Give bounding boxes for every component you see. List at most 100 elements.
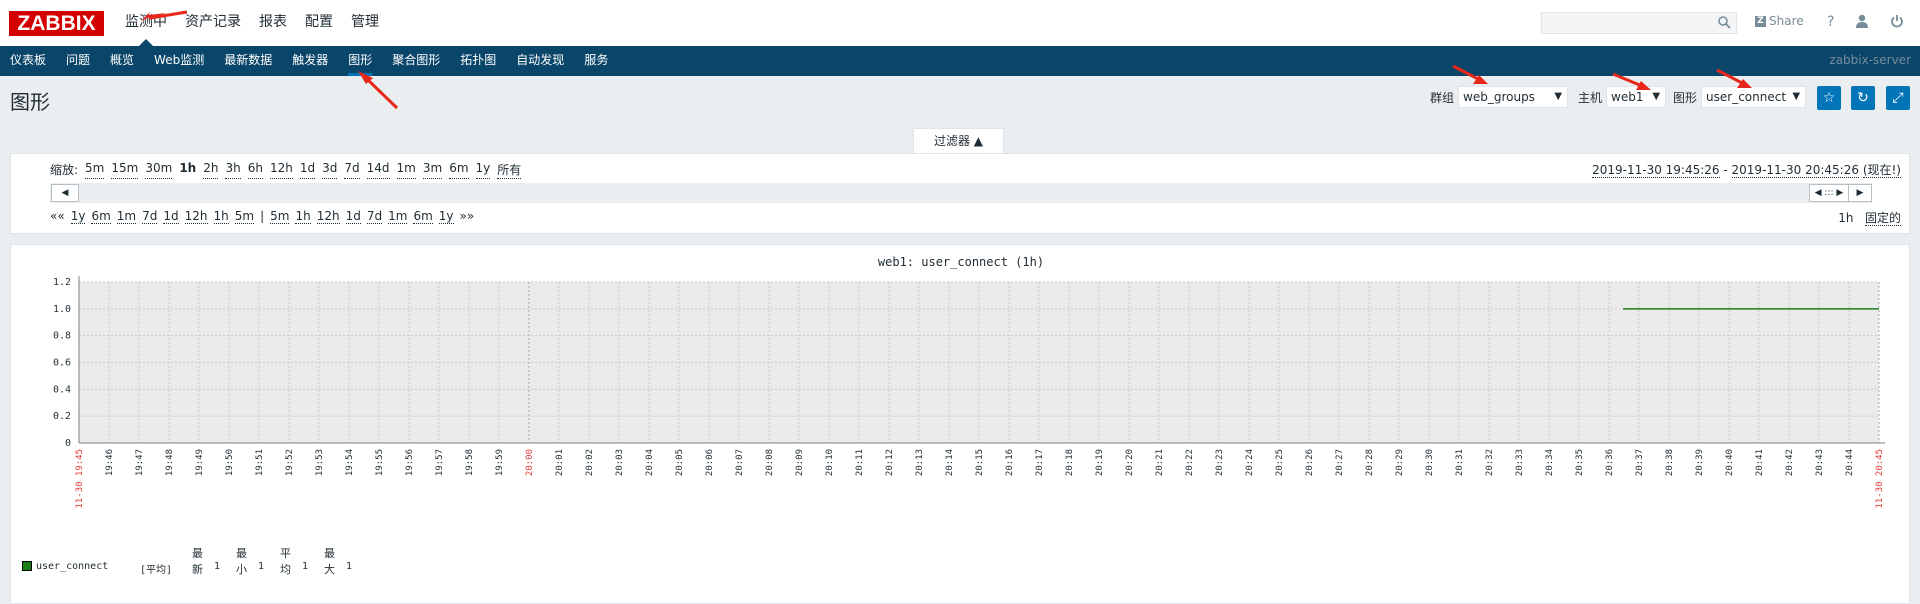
sub-nav-item-6[interactable]: 图形 bbox=[338, 46, 382, 76]
zoom-option-1d[interactable]: 1d bbox=[299, 161, 316, 179]
top-nav-item-2[interactable]: 报表 bbox=[250, 0, 296, 46]
timeline-nav-17[interactable]: 1y bbox=[438, 209, 454, 224]
x-tick-label: 20:09 bbox=[795, 449, 805, 476]
sub-nav-item-2[interactable]: 概览 bbox=[100, 46, 144, 76]
zoom-option-15m[interactable]: 15m bbox=[111, 161, 139, 179]
sub-nav-item-0[interactable]: 仪表板 bbox=[0, 46, 56, 76]
x-tick-label: 20:32 bbox=[1485, 449, 1495, 476]
fixed-toggle[interactable]: 固定的 bbox=[1864, 211, 1901, 226]
top-nav-item-1[interactable]: 资产记录 bbox=[176, 0, 250, 46]
timeline-bar[interactable]: ◀ ◀ ::: ▶ ▶ bbox=[50, 183, 1872, 203]
date-to[interactable]: 2019-11-30 20:45:26 bbox=[1731, 163, 1859, 178]
x-tick-label: 20:07 bbox=[735, 449, 745, 476]
timeline-forward-button[interactable]: ▶ bbox=[1848, 184, 1872, 202]
zoom-option-12h[interactable]: 12h bbox=[269, 161, 293, 179]
graph-chart[interactable]: 0 0.2 0.4 0.6 0.8 1.0 1.2 11-30 19:45 19:46 19:47… bbox=[11, 245, 1911, 545]
host-filter: 主机 web1 ▼ bbox=[1578, 86, 1667, 108]
graph-select[interactable]: user_connect ▼ bbox=[1701, 86, 1807, 108]
zoom-option-3h[interactable]: 3h bbox=[225, 161, 241, 179]
top-nav-item-3[interactable]: 配置 bbox=[296, 0, 342, 46]
x-tick-label: 19:56 bbox=[405, 449, 415, 476]
x-tick-label: 19:51 bbox=[255, 449, 265, 476]
x-tick-label: 20:11 bbox=[855, 449, 865, 476]
sub-nav-item-9[interactable]: 自动发现 bbox=[506, 46, 574, 76]
sub-nav-item-4[interactable]: 最新数据 bbox=[214, 46, 282, 76]
timeline-nav-16[interactable]: 6m bbox=[413, 209, 433, 224]
timeline-nav-1[interactable]: 1y bbox=[70, 209, 86, 224]
sub-nav-item-7[interactable]: 聚合图形 bbox=[382, 46, 450, 76]
date-now[interactable]: (现在!) bbox=[1862, 163, 1901, 178]
zoom-option-1y[interactable]: 1y bbox=[475, 161, 491, 179]
sub-nav-item-8[interactable]: 拓扑图 bbox=[450, 46, 506, 76]
timeline-nav-6[interactable]: 12h bbox=[184, 209, 208, 224]
top-nav-item-4[interactable]: 管理 bbox=[342, 0, 388, 46]
legend-swatch bbox=[22, 561, 32, 571]
zoom-option-6m[interactable]: 6m bbox=[449, 161, 469, 179]
x-tick-label: 11-30 20:45 bbox=[1875, 449, 1885, 509]
timeline-nav-5[interactable]: 1d bbox=[163, 209, 179, 224]
x-tick-label: 20:05 bbox=[675, 449, 685, 476]
zoom-option-x[interactable]: 所有 bbox=[497, 161, 522, 179]
graph-label: 图形 bbox=[1673, 90, 1698, 105]
zoom-option-5m[interactable]: 5m bbox=[85, 161, 105, 179]
timeline-nav-15[interactable]: 1m bbox=[388, 209, 408, 224]
timeline-nav-10[interactable]: 5m bbox=[270, 209, 290, 224]
graph-panel: web1: user_connect (1h) 0 0.2 0.4 0.6 0.8 1.0… bbox=[10, 244, 1910, 604]
x-tick-label: 20:22 bbox=[1185, 449, 1195, 476]
zoom-option-1h[interactable]: 1h bbox=[179, 161, 196, 179]
date-from[interactable]: 2019-11-30 19:45:26 bbox=[1592, 163, 1720, 178]
zoom-option-3d[interactable]: 3d bbox=[322, 161, 338, 179]
legend-max: 1 bbox=[346, 561, 353, 572]
filter-tab[interactable]: 过滤器 ▲ bbox=[913, 128, 1004, 154]
sub-nav-item-5[interactable]: 触发器 bbox=[282, 46, 338, 76]
timeline-nav-2[interactable]: 6m bbox=[91, 209, 111, 224]
x-tick-label: 20:34 bbox=[1545, 449, 1555, 476]
zoom-option-6h[interactable]: 6h bbox=[247, 161, 263, 179]
timeline-nav-8[interactable]: 5m bbox=[234, 209, 255, 224]
timeline-nav-11[interactable]: 1h bbox=[295, 209, 311, 224]
date-range: 2019-11-30 19:45:26 - 2019-11-30 20:45:2… bbox=[1592, 161, 1901, 178]
zoom-option-30m[interactable]: 30m bbox=[145, 161, 173, 179]
share-button[interactable]: Z Share bbox=[1755, 14, 1804, 28]
zoom-option-7d[interactable]: 7d bbox=[344, 161, 360, 179]
user-icon[interactable] bbox=[1855, 14, 1869, 32]
sub-nav-item-10[interactable]: 服务 bbox=[574, 46, 618, 76]
timeline-handle[interactable]: ◀ ::: ▶ bbox=[1809, 184, 1849, 202]
zoom-option-3m[interactable]: 3m bbox=[422, 161, 443, 179]
timeline-nav-13[interactable]: 1d bbox=[345, 209, 361, 224]
group-select[interactable]: web_groups ▼ bbox=[1458, 86, 1569, 108]
zoom-option-1m[interactable]: 1m bbox=[396, 161, 416, 179]
zabbix-logo[interactable]: ZABBIX bbox=[9, 11, 104, 36]
group-select-value: web_groups bbox=[1463, 90, 1535, 104]
fullscreen-button[interactable]: ⤢ bbox=[1886, 86, 1910, 110]
x-tick-label: 20:31 bbox=[1455, 449, 1465, 476]
timeline-nav-14[interactable]: 7d bbox=[366, 209, 383, 224]
timeline-nav-4[interactable]: 7d bbox=[142, 209, 158, 224]
chevron-down-icon: ▼ bbox=[1652, 91, 1661, 102]
zoom-option-14d[interactable]: 14d bbox=[366, 161, 390, 179]
timeline-nav-12[interactable]: 12h bbox=[316, 209, 340, 224]
timeline-nav-7[interactable]: 1h bbox=[213, 209, 229, 224]
group-label: 群组 bbox=[1430, 90, 1455, 105]
refresh-icon: ↻ bbox=[1857, 90, 1869, 106]
legend-header-max: 最大 bbox=[324, 547, 335, 576]
sub-nav-item-3[interactable]: Web监测 bbox=[144, 46, 214, 76]
zoom-option-2h[interactable]: 2h bbox=[203, 161, 219, 179]
legend-header-min: 最小 bbox=[236, 547, 247, 576]
host-select[interactable]: web1 ▼ bbox=[1606, 86, 1667, 108]
question-icon[interactable]: ? bbox=[1827, 14, 1834, 30]
power-icon[interactable] bbox=[1890, 14, 1904, 32]
timeline-nav-3[interactable]: 1m bbox=[116, 209, 137, 224]
search-icon[interactable] bbox=[1718, 16, 1731, 32]
timeline-nav-18[interactable]: »» bbox=[460, 209, 475, 224]
search-input[interactable] bbox=[1541, 12, 1737, 34]
add-favourite-button[interactable]: ☆ bbox=[1817, 86, 1841, 110]
x-tick-label: 20:01 bbox=[555, 449, 565, 476]
timeline-nav-0[interactable]: «« bbox=[50, 209, 65, 224]
timeline-nav: «« 1y 6m 1m 7d 1d 12h 1h 5m | 5m 1h 12h 1d 7d 1m 6m 1y »» bbox=[50, 209, 480, 224]
sub-nav-item-1[interactable]: 问题 bbox=[56, 46, 100, 76]
top-nav-item-0[interactable]: 监测中 bbox=[116, 0, 176, 46]
timeline-back-button[interactable]: ◀ bbox=[51, 184, 79, 202]
refresh-button[interactable]: ↻ bbox=[1851, 86, 1875, 110]
graph-legend: 最新 最小 平均 最大 user_connect [平均] 1 1 1 1 bbox=[22, 547, 352, 576]
